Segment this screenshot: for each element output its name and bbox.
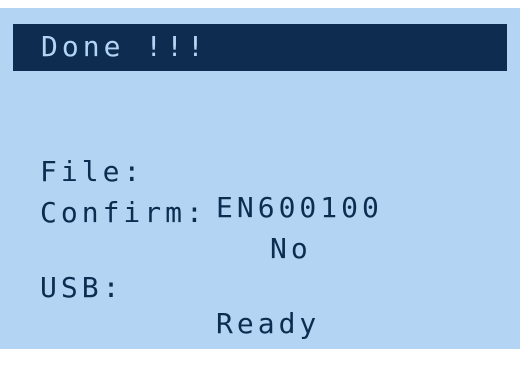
lcd-screen: Done !!! File: EN600100 Confirm: No USB:… — [0, 8, 520, 349]
usb-status-value: Ready — [216, 307, 321, 340]
status-title: Done !!! — [41, 30, 208, 63]
confirm-value: No — [270, 232, 312, 265]
usb-label: USB: — [40, 271, 124, 304]
confirm-label: Confirm: — [40, 196, 207, 229]
title-bar: Done !!! — [13, 24, 507, 71]
usb-row: USB: Ready — [0, 234, 316, 378]
file-value: EN600100 — [216, 191, 383, 224]
